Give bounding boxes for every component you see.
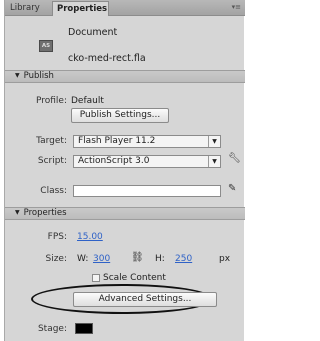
collapse-triangle-icon: ▼ [15,209,20,216]
tab-properties[interactable]: Properties [52,1,109,16]
profile-value: Default [71,96,104,106]
script-label: Script: [37,156,67,166]
document-file-name: cko-med-rect.fla [68,53,146,64]
properties-section-header[interactable]: ▼ Properties [5,207,245,220]
properties-header-label: Properties [23,208,67,218]
tab-library[interactable]: Library [6,1,50,16]
class-input[interactable] [73,185,221,197]
document-icon: AS [39,40,53,52]
fps-value[interactable]: 15.00 [77,232,103,242]
wrench-icon[interactable]: 🔧︎ [228,153,241,164]
stage-label: Stage: [37,324,67,334]
publish-settings-button[interactable]: Publish Settings... [71,108,169,123]
height-label: H: [155,254,165,264]
width-label: W: [77,254,89,264]
pencil-icon[interactable]: ✎ [228,183,236,194]
profile-label: Profile: [35,96,67,106]
scale-content-label: Scale Content [103,273,166,283]
link-icon[interactable]: ⛓︎ [131,252,144,263]
size-unit: px [219,254,231,264]
script-select[interactable]: ActionScript 3.0 ▼ [73,155,221,168]
height-value[interactable]: 250 [175,254,192,264]
width-value[interactable]: 300 [93,254,110,264]
target-label: Target: [36,136,67,146]
properties-panel: Library Properties ▾≡ Document AS cko-me… [4,0,245,341]
tab-bar: Library Properties ▾≡ [5,0,245,16]
target-select-value: Flash Player 11.2 [78,136,156,146]
advanced-settings-button[interactable]: Advanced Settings... [73,292,217,307]
class-label: Class: [40,186,67,196]
chevron-down-icon: ▼ [208,156,220,167]
stage-color-swatch[interactable] [75,323,93,334]
target-select[interactable]: Flash Player 11.2 ▼ [73,135,221,148]
scale-content-checkbox[interactable] [92,274,100,282]
document-type-label: Document [68,27,118,38]
collapse-triangle-icon: ▼ [15,72,20,79]
panel-menu-icon[interactable]: ▾≡ [232,3,241,11]
publish-section-header[interactable]: ▼ Publish [5,70,245,83]
publish-header-label: Publish [23,71,54,81]
chevron-down-icon: ▼ [208,136,220,147]
size-label: Size: [45,254,67,264]
fps-label: FPS: [47,232,67,242]
script-select-value: ActionScript 3.0 [78,156,150,166]
